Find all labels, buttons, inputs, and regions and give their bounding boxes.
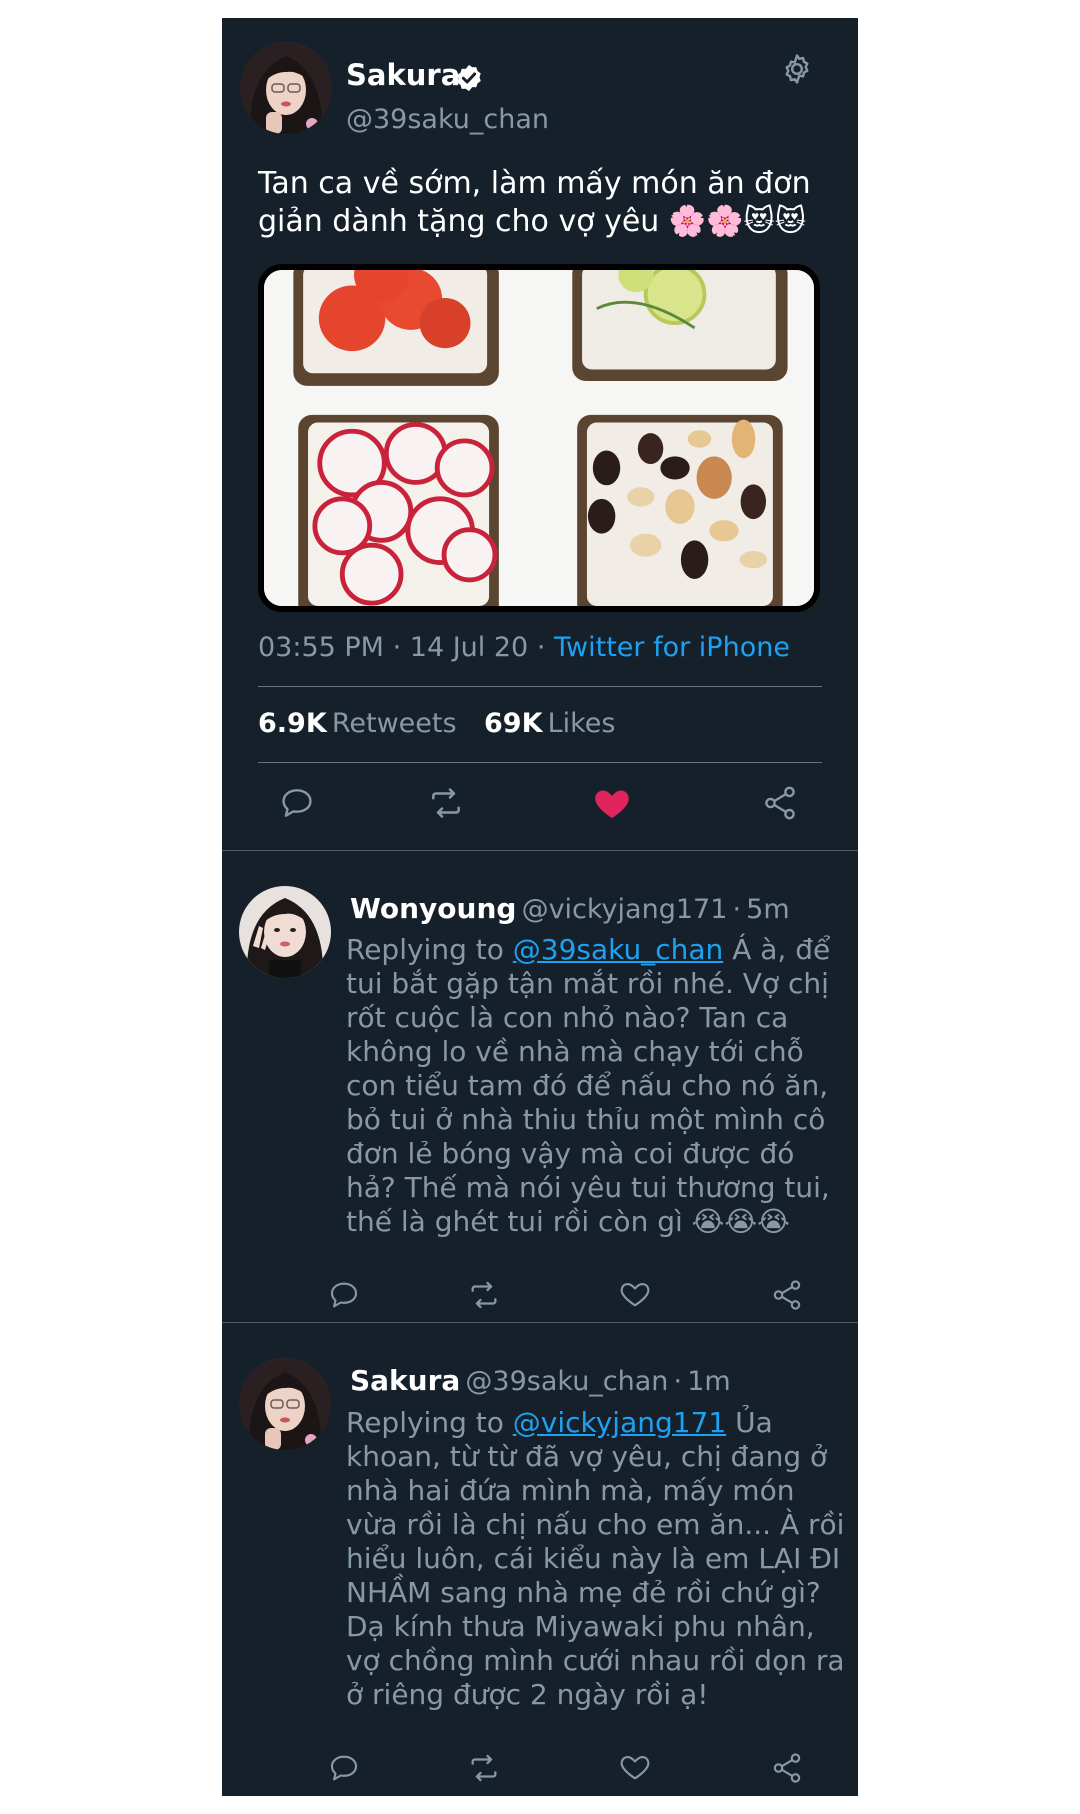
reply-icon[interactable] <box>278 784 316 822</box>
mention-link[interactable]: @39saku_chan <box>513 933 724 966</box>
likes-stat[interactable]: 69K Likes <box>484 708 616 739</box>
heart-icon[interactable] <box>618 1750 652 1784</box>
likes-label: Likes <box>547 708 616 739</box>
share-icon[interactable] <box>770 1751 804 1785</box>
thread-divider <box>222 850 858 851</box>
reply-icon[interactable] <box>327 1751 361 1785</box>
tweet-time: 03:55 PM <box>258 632 384 663</box>
mention-link[interactable]: @vickyjang171 <box>513 1406 726 1439</box>
retweet-icon[interactable] <box>467 1278 501 1312</box>
tweet-meta: 03:55 PM · 14 Jul 20 · Twitter for iPhon… <box>258 632 790 663</box>
heart-icon[interactable] <box>618 1277 652 1311</box>
tweet-thread-card: Sakura @39saku_chan Tan ca về sớm, làm m… <box>222 18 858 1796</box>
meta-separator: · <box>732 894 742 925</box>
gear-icon[interactable] <box>780 52 814 86</box>
heart-icon[interactable] <box>592 783 632 823</box>
meta-separator: · <box>392 632 402 663</box>
verified-badge-icon <box>454 63 484 93</box>
likes-count: 69K <box>484 708 543 739</box>
replying-to-prefix: Replying to <box>346 1406 504 1439</box>
reply-header: Wonyoung @vickyjang171 · 5m <box>350 892 790 925</box>
meta-separator: · <box>673 1366 683 1397</box>
author-avatar[interactable] <box>240 42 332 134</box>
reply-author-handle[interactable]: @39saku_chan <box>465 1366 668 1397</box>
retweets-stat[interactable]: 6.9K Retweets <box>258 708 457 739</box>
retweet-icon[interactable] <box>427 784 465 822</box>
divider <box>258 762 822 763</box>
reply-text: Á à, để tui bắt gặp tận mắt rồi nhé. Vợ … <box>346 933 831 1238</box>
reply-text: Ủa khoan, từ từ đã vợ yêu, chị đang ở nh… <box>346 1406 845 1711</box>
share-icon[interactable] <box>761 784 799 822</box>
retweets-label: Retweets <box>331 708 457 739</box>
tweet-source-link[interactable]: Twitter for iPhone <box>554 632 790 663</box>
reply-header: Sakura @39saku_chan · 1m <box>350 1364 731 1397</box>
replying-to-prefix: Replying to <box>346 933 504 966</box>
reply-author-name[interactable]: Wonyoung <box>350 892 516 925</box>
tweet-date: 14 Jul 20 <box>409 632 529 663</box>
reply-avatar[interactable] <box>239 1358 331 1450</box>
reply-body: Replying to @39saku_chan Á à, để tui bắt… <box>346 933 836 1239</box>
share-icon[interactable] <box>770 1278 804 1312</box>
reply-author-name[interactable]: Sakura <box>350 1364 460 1397</box>
reply-body: Replying to @vickyjang171 Ủa khoan, từ t… <box>346 1406 846 1712</box>
reply-author-handle[interactable]: @vickyjang171 <box>522 894 728 925</box>
retweets-count: 6.9K <box>258 708 327 739</box>
reply-icon[interactable] <box>327 1278 361 1312</box>
reply-avatar[interactable] <box>239 886 331 978</box>
thread-divider <box>222 1322 858 1323</box>
reply-time: 5m <box>746 894 790 925</box>
tweet-text: Tan ca về sớm, làm mấy món ăn đơn giản d… <box>258 166 811 239</box>
divider <box>258 686 822 687</box>
tweet-photo[interactable] <box>258 264 820 612</box>
author-handle[interactable]: @39saku_chan <box>346 104 549 135</box>
reply-time: 1m <box>687 1366 731 1397</box>
retweet-icon[interactable] <box>467 1751 501 1785</box>
author-name[interactable]: Sakura <box>346 58 460 92</box>
meta-separator: · <box>536 632 546 663</box>
